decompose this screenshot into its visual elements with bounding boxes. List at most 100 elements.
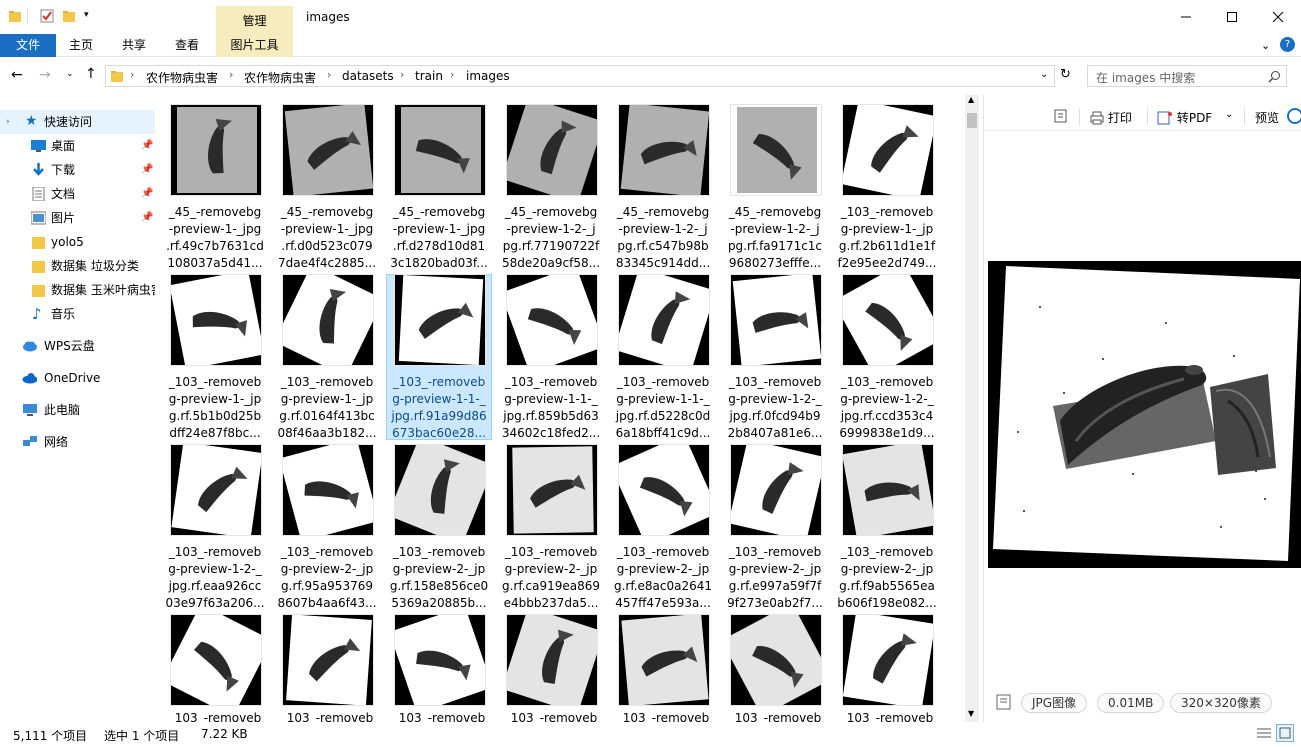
file-tile[interactable]: _45_-removebg -preview-1-_jpg .rf.49c7b7… [163, 105, 267, 270]
file-tile[interactable]: _103_-removeb [387, 615, 491, 722]
properties-icon[interactable] [40, 9, 54, 26]
file-tile[interactable]: _103_-removeb g-preview-1-_jp g.rf.0164f… [275, 275, 379, 440]
pin-icon[interactable]: 📌 [141, 134, 153, 158]
scroll-up-icon[interactable]: ▲ [968, 95, 974, 104]
file-tile[interactable]: _103_-removeb g-preview-2-_jp g.rf.f9ab5… [835, 445, 939, 610]
convert-pdf-button[interactable]: 转PDF [1157, 109, 1212, 126]
thumbnail-image [843, 445, 933, 535]
minimize-button[interactable] [1163, 0, 1209, 34]
file-tile[interactable]: _103_-removeb g-preview-2-_jp g.rf.95a95… [275, 445, 379, 610]
file-tile[interactable]: _103_-removeb g-preview-2-_jp g.rf.ca919… [499, 445, 603, 610]
file-tile[interactable]: _45_-removebg -preview-1-2-_j pg.rf.fa91… [723, 105, 827, 270]
minimize-icon [1181, 16, 1191, 18]
sidebar-item-music[interactable]: ♪ 音乐 [0, 302, 155, 326]
preview-info-bar: JPG图像 0.01MB 320×320像素 [984, 693, 1301, 715]
file-tile[interactable]: _103_-removeb g-preview-1-1-_ jpg.rf.859… [499, 275, 603, 440]
file-tile[interactable]: _103_-removeb [499, 615, 603, 722]
file-tile[interactable]: _103_-removeb g-preview-1-_jp g.rf.5b1b0… [163, 275, 267, 440]
sidebar-item-corn-dataset[interactable]: 数据集 玉米叶病虫害 [0, 278, 155, 302]
file-tile[interactable]: _45_-removebg -preview-1-2-_j pg.rf.7719… [499, 105, 603, 270]
file-tile[interactable]: _45_-removebg -preview-1-_jpg .rf.d0d523… [275, 105, 379, 270]
file-tile[interactable]: _103_-removeb g-preview-1-1-_ jpg.rf.d52… [611, 275, 715, 440]
breadcrumb-item[interactable]: images [466, 69, 510, 83]
file-tile[interactable]: _103_-removeb g-preview-1-2-_ jpg.rf.eaa… [163, 445, 267, 610]
sidebar-item-network[interactable]: 网络 [0, 430, 155, 454]
sidebar-item-this-pc[interactable]: 此电脑 [0, 398, 155, 422]
print-button[interactable]: 打印 [1090, 109, 1132, 126]
pin-icon[interactable]: 📌 [141, 182, 153, 206]
vertical-scrollbar[interactable]: ▲ ▼ [965, 95, 979, 722]
new-folder-icon[interactable] [62, 9, 76, 26]
breadcrumb-item[interactable]: train [415, 69, 443, 83]
file-name: _103_-removeb [728, 711, 822, 722]
breadcrumb-item[interactable]: 农作物病虫害 [146, 69, 218, 86]
tab-home[interactable]: 主页 [56, 34, 106, 57]
sidebar-item-pictures[interactable]: 图片 📌 [0, 206, 155, 230]
breadcrumb-item[interactable]: 农作物病虫害 [244, 69, 316, 86]
details-view-icon[interactable] [1256, 726, 1272, 743]
address-dropdown-icon[interactable]: ⌄ [1040, 69, 1048, 80]
computer-icon [23, 404, 37, 416]
preview-toggle[interactable] [1287, 108, 1301, 124]
file-tile[interactable]: _103_-removeb [163, 615, 267, 722]
file-tile[interactable]: _45_-removebg -preview-1-2-_j pg.rf.c547… [611, 105, 715, 270]
document-view-icon[interactable] [1054, 109, 1067, 126]
file-tile[interactable]: _103_-removeb [835, 615, 939, 722]
address-bar[interactable]: › 农作物病虫害 › 农作物病虫害 › datasets › train › i… [105, 65, 1055, 87]
tab-file[interactable]: 文件 [0, 34, 56, 57]
file-name: _103_-removeb [504, 711, 598, 722]
pdf-icon [1157, 111, 1172, 125]
file-tile[interactable]: _45_-removebg -preview-1-_jpg .rf.d278d1… [387, 105, 491, 270]
file-tile[interactable]: _103_-removeb [723, 615, 827, 722]
scroll-down-icon[interactable]: ▼ [968, 709, 974, 718]
tab-home-label: 主页 [68, 38, 93, 52]
file-tile[interactable]: _103_-removeb g-preview-2-_jp g.rf.158e8… [387, 445, 491, 610]
sidebar-item-garbage-dataset[interactable]: 数据集 垃圾分类 [0, 254, 155, 278]
breadcrumb-item[interactable]: datasets [342, 69, 394, 83]
pictures-icon [31, 211, 46, 225]
scrollbar-thumb[interactable] [967, 113, 977, 128]
file-tile[interactable]: _103_-removeb g-preview-1-2-_ jpg.rf.ccd… [835, 275, 939, 440]
sidebar-item-onedrive[interactable]: OneDrive [0, 366, 155, 390]
thumbnail-image [619, 445, 709, 535]
customize-toolbar-dropdown-icon[interactable]: ▾ [84, 10, 89, 20]
sidebar-item-documents[interactable]: 文档 📌 [0, 182, 155, 206]
context-tab-manage[interactable]: 管理 [216, 6, 293, 34]
file-tile[interactable]: _103_-removeb g-preview-1-1-_ jpg.rf.91a… [386, 274, 492, 440]
sidebar-item-downloads[interactable]: 下载 📌 [0, 158, 155, 182]
pin-icon[interactable]: 📌 [141, 158, 153, 182]
sidebar-item-quick-access[interactable]: › ★ 快速访问 [0, 110, 155, 134]
back-arrow-icon[interactable]: ← [11, 67, 23, 83]
search-input[interactable]: 在 images 中搜索 [1087, 65, 1287, 87]
help-icon[interactable]: ? [1280, 37, 1295, 52]
file-tile[interactable]: _103_-removeb g-preview-2-_jp g.rf.e997a… [723, 445, 827, 610]
refresh-icon[interactable]: ↻ [1060, 67, 1071, 82]
file-tile[interactable]: _103_-removeb g-preview-1-_jp g.rf.2b611… [835, 105, 939, 270]
tab-view[interactable]: 查看 [162, 34, 212, 57]
maximize-button[interactable] [1209, 0, 1255, 34]
large-icons-view-icon[interactable] [1276, 724, 1294, 742]
forward-arrow-icon[interactable]: → [39, 67, 51, 83]
file-tile[interactable]: _103_-removeb [611, 615, 715, 722]
file-name: _103_-removeb g-preview-1-_jp g.rf.5b1b0… [168, 375, 262, 440]
pdf-dropdown-icon[interactable]: ⌄ [1225, 109, 1233, 120]
sidebar-item-wps-cloud[interactable]: WPS云盘 [0, 334, 155, 358]
file-tile[interactable]: _103_-removeb g-preview-1-2-_ jpg.rf.0fc… [723, 275, 827, 440]
tab-share[interactable]: 共享 [108, 34, 160, 57]
folder-small-icon [8, 9, 22, 26]
recent-locations-icon[interactable]: ⌄ [66, 69, 74, 79]
sidebar-item-yolo5[interactable]: yolo5 [0, 230, 155, 254]
up-arrow-icon[interactable]: ↑ [85, 66, 97, 82]
sidebar-item-desktop[interactable]: 桌面 📌 [0, 134, 155, 158]
file-tile[interactable]: _103_-removeb g-preview-2-_jp g.rf.e8ac0… [611, 445, 715, 610]
expand-chevron-icon[interactable]: › [6, 110, 10, 134]
expand-ribbon-icon[interactable]: ⌄ [1261, 39, 1270, 52]
folder-icon [110, 69, 124, 86]
tab-picture-tools[interactable]: 图片工具 [216, 34, 293, 57]
thumbnail-image [843, 105, 933, 195]
file-name: _103_-removeb g-preview-1-1-_ jpg.rf.859… [501, 375, 601, 440]
file-tile[interactable]: _103_-removeb [275, 615, 379, 722]
file-name: _103_-removeb g-preview-1-_jp g.rf.2b611… [837, 205, 937, 270]
pin-icon[interactable]: 📌 [141, 206, 153, 230]
close-button[interactable] [1255, 0, 1301, 34]
